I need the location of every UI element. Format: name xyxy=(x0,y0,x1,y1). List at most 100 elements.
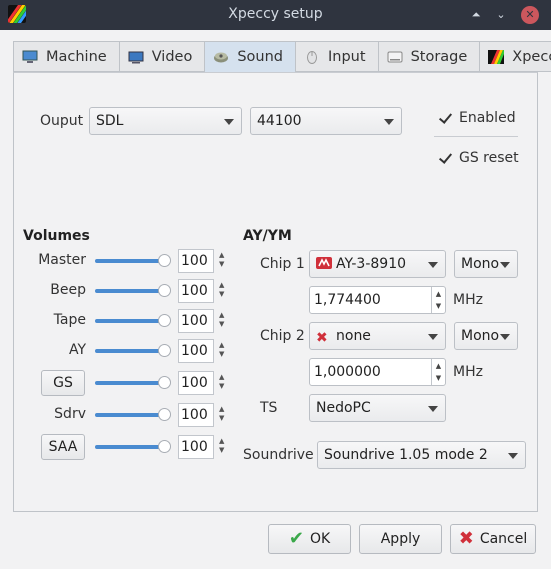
tab-input-label: Input xyxy=(328,48,366,65)
volume-master-slider[interactable] xyxy=(95,254,171,268)
spin-arrows-icon[interactable]: ▲ ▼ xyxy=(219,251,224,269)
chip1-frequency-value: 1,774400 xyxy=(314,292,381,308)
cancel-label: Cancel xyxy=(479,531,528,547)
volume-sdrv-spinbox[interactable]: 100 ▲ ▼ xyxy=(178,403,230,427)
ts-label: TS xyxy=(260,400,278,416)
tab-storage[interactable]: Storage xyxy=(377,41,480,72)
slider-handle[interactable] xyxy=(158,254,171,267)
chip1-frequency-input[interactable]: 1,774400 ▲ ▼ xyxy=(309,286,446,314)
tab-video[interactable]: Video xyxy=(118,41,205,72)
shade-window-icon[interactable]: ⏶ xyxy=(466,5,486,25)
output-device-select[interactable]: SDL xyxy=(89,107,242,135)
volume-value[interactable]: 100 xyxy=(178,371,214,395)
volume-tape-label: Tape xyxy=(53,312,86,328)
tab-machine-label: Machine xyxy=(46,48,107,65)
title-bar: Xpeccy setup ⏶ ⌄ ✕ xyxy=(0,0,551,30)
chip1-mode-select[interactable]: Mono xyxy=(454,250,518,278)
xpeccy-logo-icon xyxy=(488,49,505,64)
tab-sound[interactable]: Sound xyxy=(204,41,296,73)
volume-ay-slider[interactable] xyxy=(95,344,171,358)
slider-handle[interactable] xyxy=(158,440,171,453)
gs-reset-checkbox[interactable]: GS reset xyxy=(438,150,519,166)
spin-arrows-icon[interactable]: ▲ ▼ xyxy=(219,311,224,329)
volume-tape-spinbox[interactable]: 100 ▲ ▼ xyxy=(178,309,230,333)
spin-arrows-icon[interactable]: ▲ ▼ xyxy=(219,373,224,391)
volume-value[interactable]: 100 xyxy=(178,279,214,303)
slider-handle[interactable] xyxy=(158,284,171,297)
ok-button[interactable]: ✔ OK xyxy=(268,524,351,554)
volume-tape-slider[interactable] xyxy=(95,314,171,328)
slider-handle[interactable] xyxy=(158,344,171,357)
tab-bar: Machine Video Sound Input Storage Xpeccy xyxy=(13,41,551,73)
slider-handle[interactable] xyxy=(158,376,171,389)
slider-handle[interactable] xyxy=(158,314,171,327)
chip2-frequency-value: 1,000000 xyxy=(314,364,381,380)
slider-track xyxy=(95,381,164,385)
volume-saa-spinbox[interactable]: 100 ▲ ▼ xyxy=(178,435,230,459)
chevron-down-icon xyxy=(428,406,438,412)
drive-icon xyxy=(387,50,403,64)
divider xyxy=(434,136,518,137)
cancel-button[interactable]: ✖ Cancel xyxy=(450,524,536,554)
tab-sound-label: Sound xyxy=(237,49,284,65)
volume-ay-spinbox[interactable]: 100 ▲ ▼ xyxy=(178,339,230,363)
apply-button[interactable]: Apply xyxy=(359,524,442,554)
volume-beep-slider[interactable] xyxy=(95,284,171,298)
spin-arrows-icon[interactable]: ▲ ▼ xyxy=(219,281,224,299)
chip2-label: Chip 2 xyxy=(260,328,305,344)
enabled-checkbox[interactable]: Enabled xyxy=(438,110,516,126)
tab-storage-label: Storage xyxy=(410,48,468,65)
volume-saa-slider[interactable] xyxy=(95,440,171,454)
tab-input[interactable]: Input xyxy=(295,41,378,72)
chip2-mode-select[interactable]: Mono xyxy=(454,322,518,350)
soundrive-select[interactable]: Soundrive 1.05 mode 2 xyxy=(317,441,526,469)
chip2-frequency-input[interactable]: 1,000000 ▲ ▼ xyxy=(309,358,446,386)
ok-label: OK xyxy=(309,531,331,547)
speaker-icon xyxy=(213,50,229,64)
volume-master-spinbox[interactable]: 100 ▲ ▼ xyxy=(178,249,230,273)
chip2-unit: MHz xyxy=(453,364,483,380)
tab-video-label: Video xyxy=(151,48,193,65)
close-window-icon[interactable]: ✕ xyxy=(521,6,539,24)
volume-beep-spinbox[interactable]: 100 ▲ ▼ xyxy=(178,279,230,303)
chip2-type-select[interactable]: ✖ none xyxy=(309,322,446,350)
spin-arrows-icon[interactable]: ▲ ▼ xyxy=(431,359,445,385)
gs-reset-label: GS reset xyxy=(459,150,519,166)
spin-arrows-icon[interactable]: ▲ ▼ xyxy=(219,437,224,455)
spin-arrows-icon[interactable]: ▲ ▼ xyxy=(219,405,224,423)
chip1-type-value: AY-3-8910 xyxy=(336,256,407,272)
volume-sdrv-slider[interactable] xyxy=(95,408,171,422)
chip1-unit: MHz xyxy=(453,292,483,308)
slider-handle[interactable] xyxy=(158,408,171,421)
slider-track xyxy=(95,445,164,449)
chip1-type-select[interactable]: AY-3-8910 xyxy=(309,250,446,278)
volume-beep-label: Beep xyxy=(50,282,86,298)
tab-xpeccy[interactable]: Xpeccy xyxy=(479,41,551,72)
chip2-type-value: none xyxy=(336,328,371,344)
sample-rate-select[interactable]: 44100 xyxy=(250,107,402,135)
spin-arrows-icon[interactable]: ▲ ▼ xyxy=(219,341,224,359)
volume-master-label: Master xyxy=(38,252,86,268)
slider-track xyxy=(95,259,164,263)
volume-sdrv-label: Sdrv xyxy=(54,406,86,422)
volume-ay-label: AY xyxy=(68,342,86,358)
chip-icon xyxy=(316,253,332,269)
checkmark-icon: ✔ xyxy=(288,528,304,549)
spin-arrows-icon[interactable]: ▲ ▼ xyxy=(431,287,445,313)
volume-value[interactable]: 100 xyxy=(178,403,214,427)
monitor-icon xyxy=(22,50,38,64)
output-label: Ouput xyxy=(40,113,84,129)
volume-value[interactable]: 100 xyxy=(178,249,214,273)
volume-gs-spinbox[interactable]: 100 ▲ ▼ xyxy=(178,371,230,395)
volume-saa-button[interactable]: SAA xyxy=(41,434,85,460)
minimize-window-icon[interactable]: ⌄ xyxy=(491,5,511,25)
ts-select[interactable]: NedoPC xyxy=(309,394,446,422)
volume-value[interactable]: 100 xyxy=(178,339,214,363)
tab-machine[interactable]: Machine xyxy=(13,41,119,72)
chevron-down-icon xyxy=(224,119,234,125)
chevron-down-icon xyxy=(428,334,438,340)
volume-gs-button[interactable]: GS xyxy=(41,370,85,396)
volume-gs-slider[interactable] xyxy=(95,376,171,390)
volume-value[interactable]: 100 xyxy=(178,309,214,333)
volume-value[interactable]: 100 xyxy=(178,435,214,459)
